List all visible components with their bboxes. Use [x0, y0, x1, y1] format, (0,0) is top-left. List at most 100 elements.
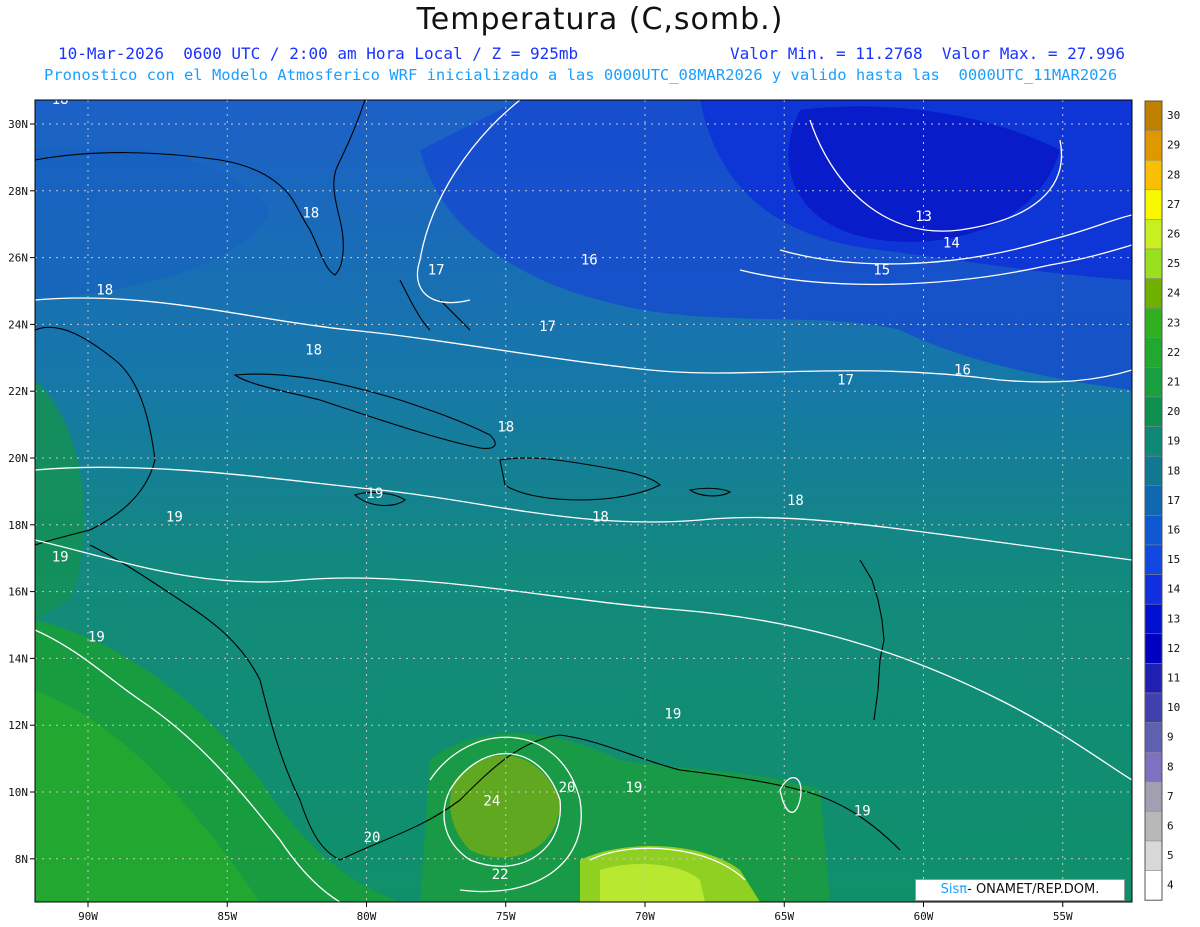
legend-value: 12 — [1167, 642, 1180, 655]
contour-label: 20 — [364, 830, 381, 846]
contour-label: 18 — [497, 419, 514, 435]
lat-tick-label: 12N — [8, 719, 28, 732]
contour-label: 19 — [366, 486, 383, 502]
lat-tick-label: 22N — [8, 385, 28, 398]
legend-swatch — [1144, 367, 1163, 398]
legend-swatch — [1144, 159, 1163, 191]
contour-label: 18 — [592, 509, 609, 525]
lat-tick-label: 20N — [8, 452, 28, 465]
legend-swatch — [1144, 426, 1163, 457]
legend-value: 17 — [1167, 494, 1180, 507]
legend-swatch — [1144, 811, 1163, 842]
legend-swatch — [1144, 396, 1163, 427]
contour-label: 18 — [96, 282, 113, 298]
contour-label: 17 — [837, 373, 854, 389]
contour-label: 18 — [787, 493, 804, 509]
lat-tick-label: 26N — [8, 252, 28, 265]
longitude-axis: 90W 85W 80W 75W 70W 65W 60W 55W — [78, 902, 1073, 923]
contour-label: 14 — [943, 236, 960, 252]
lat-tick-label: 18N — [8, 519, 28, 532]
legend-value: 10 — [1167, 701, 1180, 714]
lon-tick-label: 55W — [1053, 910, 1073, 923]
legend-value: 6 — [1167, 820, 1174, 833]
legend-swatch — [1144, 751, 1163, 783]
legend-swatch — [1144, 307, 1163, 339]
map-field: 1818171613141518171817161819181819191919… — [35, 100, 1132, 902]
lon-tick-label: 60W — [914, 910, 934, 923]
contour-label: 17 — [539, 319, 556, 335]
contour-label: 13 — [915, 209, 932, 225]
legend-swatch — [1144, 189, 1163, 220]
legend-value: 24 — [1167, 287, 1181, 300]
legend-swatch — [1144, 870, 1163, 901]
contour-label: 19 — [625, 780, 642, 796]
contour-label: 16 — [581, 252, 598, 268]
legend-swatch — [1144, 544, 1163, 575]
legend-value: 22 — [1167, 346, 1180, 359]
legend-value: 15 — [1167, 553, 1180, 566]
color-legend: 30 29 28 27 26 25 24 23 22 21 20 19 18 17 16 15 14 13 12 11… — [1144, 100, 1181, 901]
legend-value: 21 — [1167, 376, 1180, 389]
lon-tick-label: 85W — [217, 910, 237, 923]
legend-value: 18 — [1167, 464, 1180, 477]
lat-tick-label: 10N — [8, 786, 28, 799]
legend-swatch — [1144, 574, 1163, 605]
legend-value: 29 — [1167, 139, 1180, 152]
legend-swatch — [1144, 603, 1163, 635]
contour-label: 19 — [52, 550, 69, 566]
lat-tick-label: 14N — [8, 652, 28, 665]
lat-tick-label: 28N — [8, 185, 28, 198]
legend-value: 16 — [1167, 524, 1180, 537]
legend-value: 9 — [1167, 731, 1174, 744]
legend-swatch — [1144, 485, 1163, 516]
legend-value: 28 — [1167, 168, 1180, 181]
legend-value: 27 — [1167, 198, 1180, 211]
legend-value: 14 — [1167, 583, 1181, 596]
contour-label: 15 — [873, 262, 890, 278]
legend-swatch — [1144, 722, 1163, 753]
contour-label: 18 — [302, 206, 319, 222]
legend-swatch — [1144, 455, 1163, 487]
legend-swatch — [1144, 100, 1163, 131]
legend-value: 19 — [1167, 435, 1180, 448]
legend-value: 20 — [1167, 405, 1180, 418]
legend-value: 26 — [1167, 228, 1180, 241]
legend-value: 13 — [1167, 612, 1180, 625]
legend-swatch — [1144, 337, 1163, 368]
legend-value: 30 — [1167, 109, 1180, 122]
temperature-map: 18 18 17 16 13 14 15 18 17 18 17 16 18 19 18 18 19 19 19 19… — [8, 99, 1181, 923]
legend-swatch — [1144, 278, 1163, 309]
legend-swatch — [1144, 781, 1163, 812]
credit-text: - ONAMET/REP.DOM. — [967, 882, 1100, 897]
lon-tick-label: 70W — [635, 910, 655, 923]
legend-swatch — [1144, 219, 1163, 250]
sispi-logo-text: Sis — [940, 882, 960, 897]
contour-label: 16 — [954, 363, 971, 379]
legend-value: 11 — [1167, 672, 1180, 685]
lat-tick-label: 8N — [15, 853, 28, 866]
contour-label: 19 — [88, 630, 105, 646]
legend-value: 5 — [1167, 849, 1174, 862]
legend-swatch — [1144, 248, 1163, 279]
legend-swatch — [1144, 663, 1163, 694]
contour-label: 19 — [166, 509, 183, 525]
lon-tick-label: 90W — [78, 910, 98, 923]
legend-value: 7 — [1167, 790, 1174, 803]
legend-swatch — [1144, 840, 1163, 871]
legend-swatch — [1144, 633, 1163, 664]
lat-tick-label: 30N — [8, 118, 28, 131]
lon-tick-label: 75W — [496, 910, 516, 923]
contour-label: 20 — [559, 780, 576, 796]
lon-tick-label: 65W — [774, 910, 794, 923]
legend-value: 25 — [1167, 257, 1180, 270]
legend-swatch — [1144, 130, 1163, 161]
legend-swatch — [1144, 515, 1163, 546]
contour-label: 19 — [854, 803, 871, 819]
latitude-axis: 30N 28N 26N 24N 22N 20N 18N 16N 14N 12N 10N 8N — [8, 118, 35, 866]
credit-box: Sisπ- ONAMET/REP.DOM. — [915, 879, 1125, 901]
contour-label: 22 — [492, 867, 509, 883]
pi-symbol: π — [959, 882, 968, 897]
lat-tick-label: 16N — [8, 586, 28, 599]
contour-label: 18 — [305, 342, 322, 358]
legend-value: 4 — [1167, 879, 1174, 892]
